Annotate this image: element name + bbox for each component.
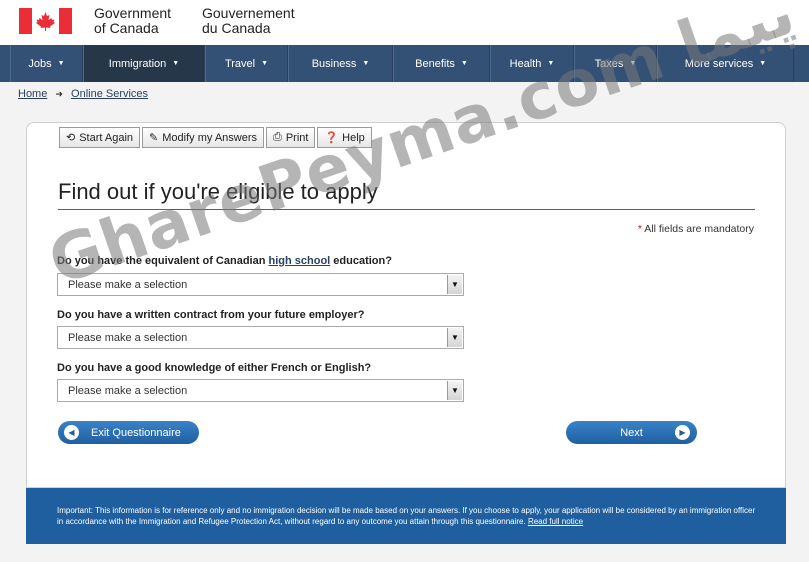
question-3-select[interactable]: Please make a selection ▼ [57,379,464,402]
wordmark-fr-line2: du Canada [202,20,271,36]
question-2-label: Do you have a written contract from your… [57,309,365,321]
mandatory-note: * All fields are mandatory [638,223,754,235]
next-label: Next [620,426,643,439]
chevron-down-icon: ▼ [57,60,65,67]
question-1-select[interactable]: Please make a selection ▼ [57,273,464,296]
mandatory-text: All fields are mandatory [644,223,754,235]
modify-answers-button[interactable]: ✎ Modify my Answers [142,127,265,148]
important-notice: Important: This information is for refer… [26,488,786,544]
questionnaire-panel: ⟲ Start Again ✎ Modify my Answers ⎙ Print ❓… [26,122,786,488]
required-star: * [637,223,642,235]
breadcrumb-online-services-link[interactable]: Online Services [71,88,148,100]
select-placeholder: Please make a selection [68,279,188,291]
nav-item-business[interactable]: Business ▼ [288,45,393,82]
question-2-select[interactable]: Please make a selection ▼ [57,326,464,349]
printer-icon: ⎙ [273,131,282,143]
page-title: Find out if you're eligible to apply [58,179,378,204]
chevron-down-icon: ▼ [629,60,637,67]
notice-label: Important: [57,506,94,515]
start-again-button[interactable]: ⟲ Start Again [59,127,141,148]
question-circle-icon: ❓ [324,132,339,144]
wordmark-en-line1: Government [94,5,172,21]
dropdown-arrow-icon[interactable]: ▼ [447,275,462,294]
pencil-icon: ✎ [149,132,159,144]
refresh-icon: ⟲ [66,132,76,144]
nav-item-immigration[interactable]: Immigration ▼ [83,45,205,82]
nav-label: Jobs [28,57,52,70]
chevron-down-icon: ▼ [547,60,555,67]
arrow-right-circle-icon: ▶ [675,425,690,440]
exit-questionnaire-button[interactable]: ◀ Exit Questionnaire [58,421,199,444]
site-header: Government of Canada Gouvernement du Can… [0,0,809,45]
chevron-down-icon: ▼ [460,60,468,67]
wordmark-french: Gouvernement du Canada [202,6,295,36]
breadcrumb-home-link[interactable]: Home [18,88,47,100]
notice-text: This information is for reference only a… [57,506,756,526]
question-1-suffix: education? [333,255,392,267]
chevron-down-icon: ▼ [759,60,767,67]
nav-label: More services [684,57,754,70]
breadcrumb: Home ➜ Online Services [0,82,809,106]
nav-label: Taxes [594,57,624,70]
main-nav: Jobs ▼ Immigration ▼ Travel ▼ Business ▼ Ben… [0,45,809,82]
title-divider [58,209,755,210]
questionnaire-toolbar: ⟲ Start Again ✎ Modify my Answers ⎙ Print ❓… [59,127,372,148]
print-label: Print [285,131,309,144]
select-placeholder: Please make a selection [68,332,188,344]
nav-item-taxes[interactable]: Taxes ▼ [574,45,657,82]
wordmark-english: Government of Canada [94,6,171,36]
canada-flag-icon[interactable] [19,8,72,34]
nav-label: Benefits [415,57,455,70]
help-label: Help [342,131,365,144]
wordmark-en-line2: of Canada [94,20,159,36]
question-1-label: Do you have the equivalent of Canadian h… [57,255,392,267]
modify-answers-label: Modify my Answers [162,131,258,144]
nav-label: Health [509,57,542,70]
question-3-label: Do you have a good knowledge of either F… [57,362,372,374]
next-button[interactable]: Next ▶ [566,421,697,444]
nav-label: Travel [224,57,256,70]
dropdown-arrow-icon[interactable]: ▼ [447,328,462,347]
select-placeholder: Please make a selection [68,385,188,397]
nav-item-benefits[interactable]: Benefits ▼ [393,45,490,82]
arrow-left-circle-icon: ◀ [64,425,79,440]
nav-item-travel[interactable]: Travel ▼ [205,45,288,82]
chevron-down-icon: ▼ [261,60,269,67]
wordmark-fr-line1: Gouvernement [202,5,295,21]
nav-item-jobs[interactable]: Jobs ▼ [10,45,83,82]
nav-item-more-services[interactable]: More services ▼ [657,45,794,82]
high-school-link[interactable]: high school [269,255,331,267]
nav-label: Immigration [108,57,167,70]
start-again-label: Start Again [79,131,134,144]
dropdown-arrow-icon[interactable]: ▼ [447,381,462,400]
nav-item-health[interactable]: Health ▼ [490,45,574,82]
arrow-right-icon: ➜ [55,89,63,99]
chevron-down-icon: ▼ [362,60,370,67]
help-button[interactable]: ❓ Help [317,127,372,148]
nav-label: Business [311,57,357,70]
question-1-prefix: Do you have the equivalent of Canadian [57,255,266,267]
print-button[interactable]: ⎙ Print [266,127,316,148]
chevron-down-icon: ▼ [172,60,180,67]
read-full-notice-link[interactable]: Read full notice [528,517,583,526]
exit-label: Exit Questionnaire [91,426,181,439]
